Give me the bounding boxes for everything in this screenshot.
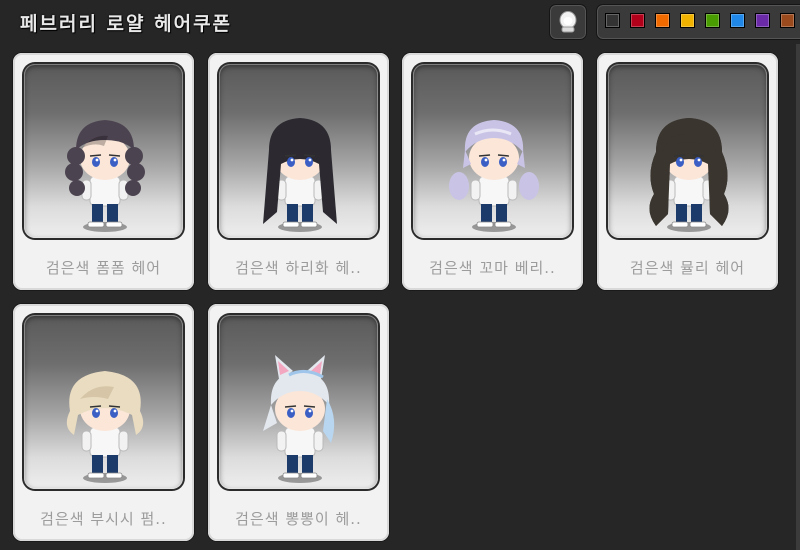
- character-preview-frame: [24, 315, 183, 489]
- character-preview-frame: [24, 64, 183, 238]
- color-swatch-yellow[interactable]: [680, 13, 695, 28]
- character-avatar: [649, 118, 729, 232]
- color-swatch-black[interactable]: [605, 13, 620, 28]
- character-avatar: [66, 371, 144, 483]
- hair-name-label: 검은색 꼬마 베리..: [429, 259, 556, 277]
- character-head-icon: [559, 11, 577, 33]
- hair-coupon-card[interactable]: 검은색 뽕뽕이 헤..: [208, 304, 389, 541]
- character-preview-frame: [608, 64, 767, 238]
- color-swatch-brown[interactable]: [780, 13, 795, 28]
- hair-coupon-card[interactable]: 검은색 폼폼 헤어: [13, 53, 194, 290]
- window-title: 페브러리 로얄 헤어쿠폰: [20, 13, 233, 35]
- color-swatch-red[interactable]: [630, 13, 645, 28]
- scrollbar[interactable]: [796, 44, 800, 550]
- hair-name-label: 검은색 폼폼 헤어: [45, 259, 162, 277]
- hair-coupon-card[interactable]: 검은색 부시시 펌..: [13, 304, 194, 541]
- character-preview-frame: [413, 64, 572, 238]
- color-swatch-green[interactable]: [705, 13, 720, 28]
- character-avatar: [263, 118, 337, 232]
- hair-coupon-card[interactable]: 검은색 꼬마 베리..: [402, 53, 583, 290]
- character-avatar: [263, 355, 335, 483]
- character-avatar: [449, 120, 539, 232]
- character-preview-frame: [219, 64, 378, 238]
- hair-name-label: 검은색 뽕뽕이 헤..: [235, 510, 362, 528]
- hair-coupon-card[interactable]: 검은색 하리화 헤..: [208, 53, 389, 290]
- hair-name-label: 검은색 뮬리 헤어: [629, 259, 746, 277]
- color-swatch-orange[interactable]: [655, 13, 670, 28]
- color-swatch-purple[interactable]: [755, 13, 770, 28]
- hair-name-label: 검은색 부시시 펌..: [40, 510, 167, 528]
- character-avatar: [65, 120, 145, 232]
- character-preview-button[interactable]: [549, 4, 587, 40]
- character-preview-frame: [219, 315, 378, 489]
- hair-coupon-card[interactable]: 검은색 뮬리 헤어: [597, 53, 778, 290]
- hair-color-palette: [596, 4, 800, 40]
- color-swatch-blue[interactable]: [730, 13, 745, 28]
- hair-name-label: 검은색 하리화 헤..: [235, 259, 362, 277]
